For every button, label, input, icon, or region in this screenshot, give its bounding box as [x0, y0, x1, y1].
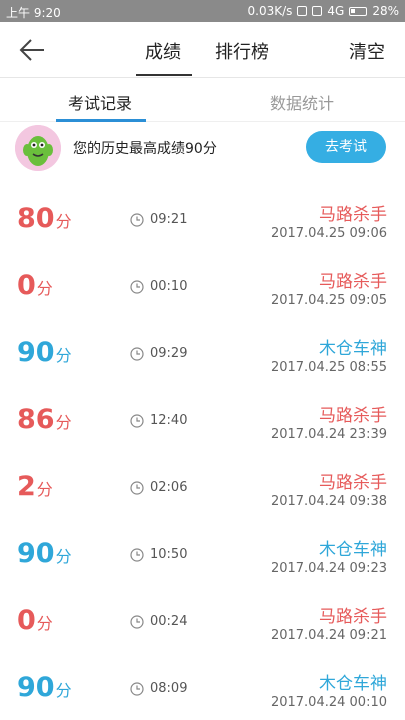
clock-icon [130, 682, 144, 696]
score: 0分 [17, 270, 53, 301]
score: 90分 [17, 672, 72, 703]
network-type: 4G [327, 4, 345, 18]
exam-date: 2017.04.25 09:06 [270, 226, 387, 241]
rank-title: 木仓车神 [319, 674, 387, 694]
score-value: 90 [17, 672, 55, 703]
list-item[interactable]: 86分 12:40 马路杀手 2017.04.24 23:39 [0, 388, 405, 455]
clock-icon [130, 548, 144, 562]
wifi-icon [312, 6, 323, 16]
status-time: 上午 9:20 [6, 6, 61, 20]
exam-record-list: 80分 09:21 马路杀手 2017.04.25 09:06 0分 00:10 马路杀手 2… [0, 187, 405, 720]
score-value: 90 [17, 337, 55, 368]
score-unit: 分 [55, 346, 72, 365]
score: 0分 [17, 605, 53, 636]
clock-icon [130, 280, 144, 294]
rank-title: 马路杀手 [319, 205, 387, 225]
take-exam-button[interactable]: 去考试 [306, 131, 386, 163]
list-item[interactable]: 0分 00:10 马路杀手 2017.04.25 09:05 [0, 254, 405, 321]
exam-duration: 08:09 [150, 681, 188, 696]
vibrate-icon [297, 6, 308, 16]
score: 86分 [17, 404, 72, 435]
active-subtab-indicator [56, 119, 146, 122]
subtab-statistics[interactable]: 数据统计 [270, 90, 334, 114]
list-item[interactable]: 0分 00:24 马路杀手 2017.04.24 09:21 [0, 589, 405, 656]
exam-duration: 09:21 [150, 212, 188, 227]
exam-date: 2017.04.24 00:10 [270, 695, 387, 710]
tab-leaderboard[interactable]: 排行榜 [215, 38, 269, 64]
tab-score[interactable]: 成绩 [145, 38, 181, 64]
network-speed: 0.03K/s [247, 4, 293, 18]
exam-duration: 09:29 [150, 346, 188, 361]
arrow-left-icon [19, 39, 44, 61]
score-value: 80 [17, 203, 55, 234]
sub-tabs: 考试记录 数据统计 [0, 78, 405, 122]
score-value: 0 [17, 605, 36, 636]
clock-icon [130, 615, 144, 629]
score: 90分 [17, 538, 72, 569]
score-unit: 分 [55, 681, 72, 700]
score: 80分 [17, 203, 72, 234]
back-button[interactable] [14, 34, 54, 66]
clear-button[interactable]: 清空 [349, 38, 385, 64]
status-indicators: 0.03K/s 4G 28% [248, 4, 400, 18]
score-unit: 分 [55, 212, 72, 231]
score-value: 90 [17, 538, 55, 569]
battery-icon [349, 6, 368, 16]
clock-icon [130, 414, 144, 428]
score-value: 0 [17, 270, 36, 301]
score-unit: 分 [55, 547, 72, 566]
status-bar: 上午 9:20 0.03K/s 4G 28% [0, 0, 405, 22]
cactus-avatar-icon [15, 125, 61, 171]
exam-duration: 00:24 [150, 614, 188, 629]
avatar [15, 125, 61, 171]
list-item[interactable]: 2分 02:06 马路杀手 2017.04.24 09:38 [0, 455, 405, 522]
exam-date: 2017.04.25 09:05 [270, 293, 387, 308]
list-item[interactable]: 90分 08:09 木仓车神 2017.04.24 00:10 [0, 656, 405, 720]
score-unit: 分 [55, 413, 72, 432]
list-item[interactable]: 90分 09:29 木仓车神 2017.04.25 08:55 [0, 321, 405, 388]
score-unit: 分 [36, 279, 53, 298]
exam-duration: 10:50 [150, 547, 188, 562]
score: 2分 [17, 471, 53, 502]
score-value: 86 [17, 404, 55, 435]
best-score-summary: 您的历史最高成绩90分 去考试 [0, 123, 405, 173]
rank-title: 马路杀手 [319, 473, 387, 493]
list-item[interactable]: 80分 09:21 马路杀手 2017.04.25 09:06 [0, 187, 405, 254]
rank-title: 木仓车神 [319, 339, 387, 359]
rank-title: 马路杀手 [319, 406, 387, 426]
exam-duration: 00:10 [150, 279, 188, 294]
exam-date: 2017.04.25 08:55 [270, 360, 387, 375]
exam-date: 2017.04.24 09:38 [270, 494, 387, 509]
score-unit: 分 [36, 480, 53, 499]
rank-title: 马路杀手 [319, 272, 387, 292]
exam-date: 2017.04.24 09:23 [270, 561, 387, 576]
rank-title: 木仓车神 [319, 540, 387, 560]
active-tab-indicator [136, 74, 192, 76]
best-score-text: 您的历史最高成绩90分 [73, 141, 217, 157]
list-item[interactable]: 90分 10:50 木仓车神 2017.04.24 09:23 [0, 522, 405, 589]
exam-duration: 12:40 [150, 413, 188, 428]
clock-icon [130, 347, 144, 361]
clock-icon [130, 213, 144, 227]
score-unit: 分 [36, 614, 53, 633]
exam-duration: 02:06 [150, 480, 188, 495]
score: 90分 [17, 337, 72, 368]
score-value: 2 [17, 471, 36, 502]
clock-icon [130, 481, 144, 495]
top-bar: 成绩 排行榜 清空 [0, 22, 405, 78]
rank-title: 马路杀手 [319, 607, 387, 627]
exam-date: 2017.04.24 09:21 [270, 628, 387, 643]
exam-date: 2017.04.24 23:39 [270, 427, 387, 442]
subtab-exam-records[interactable]: 考试记录 [68, 90, 132, 114]
battery-level: 28% [372, 4, 399, 18]
